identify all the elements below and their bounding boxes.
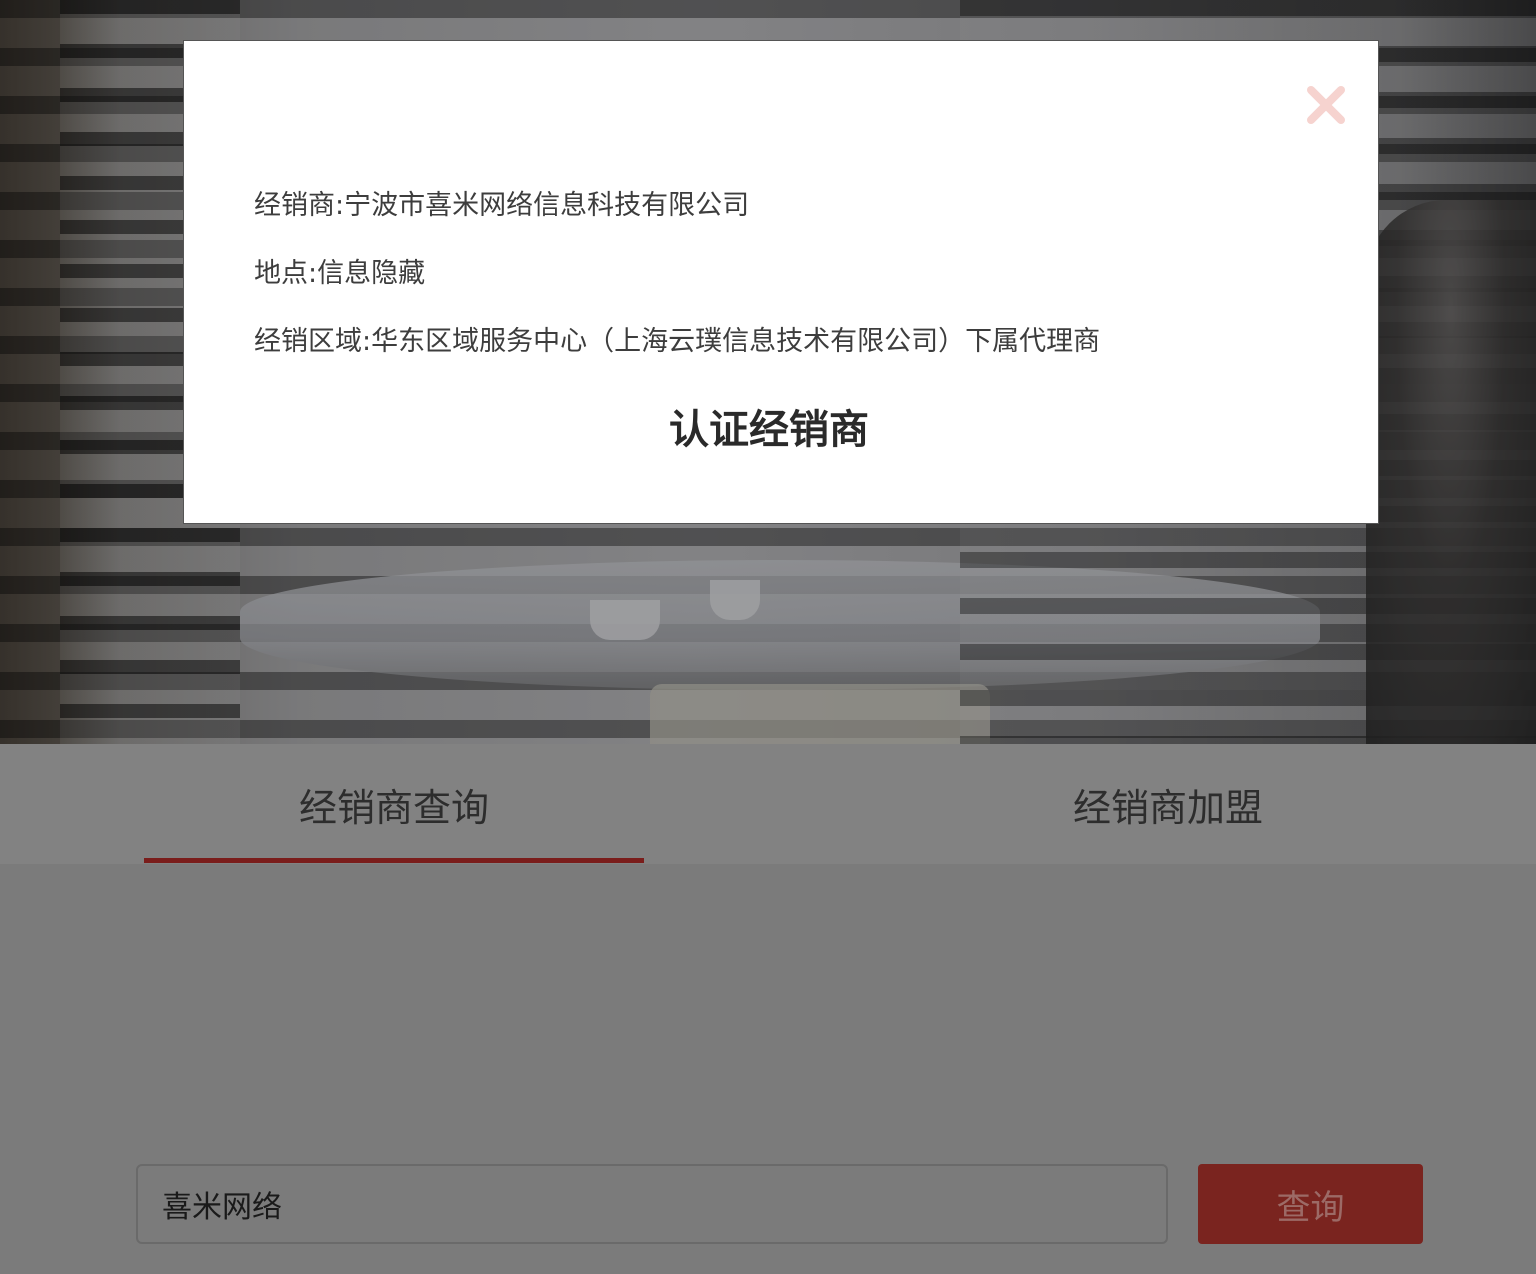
certified-dealer-title: 认证经销商 <box>669 407 869 453</box>
dealer-region: 经销区域:华东区域服务中心（上海云璞信息技术有限公司）下属代理商 <box>254 326 1101 357</box>
dealer-info-modal: 经销商:宁波市喜米网络信息科技有限公司 地点:信息隐藏 经销区域:华东区域服务中… <box>183 40 1379 524</box>
close-icon <box>1307 86 1345 124</box>
close-button[interactable] <box>1304 83 1348 127</box>
dealer-location: 地点:信息隐藏 <box>254 258 426 289</box>
page: 经销商查询 经销商加盟 查询 经销商:宁波市喜米网络信息科技有限公司 地点:信息… <box>0 0 1536 1274</box>
dealer-name: 经销商:宁波市喜米网络信息科技有限公司 <box>254 190 750 221</box>
